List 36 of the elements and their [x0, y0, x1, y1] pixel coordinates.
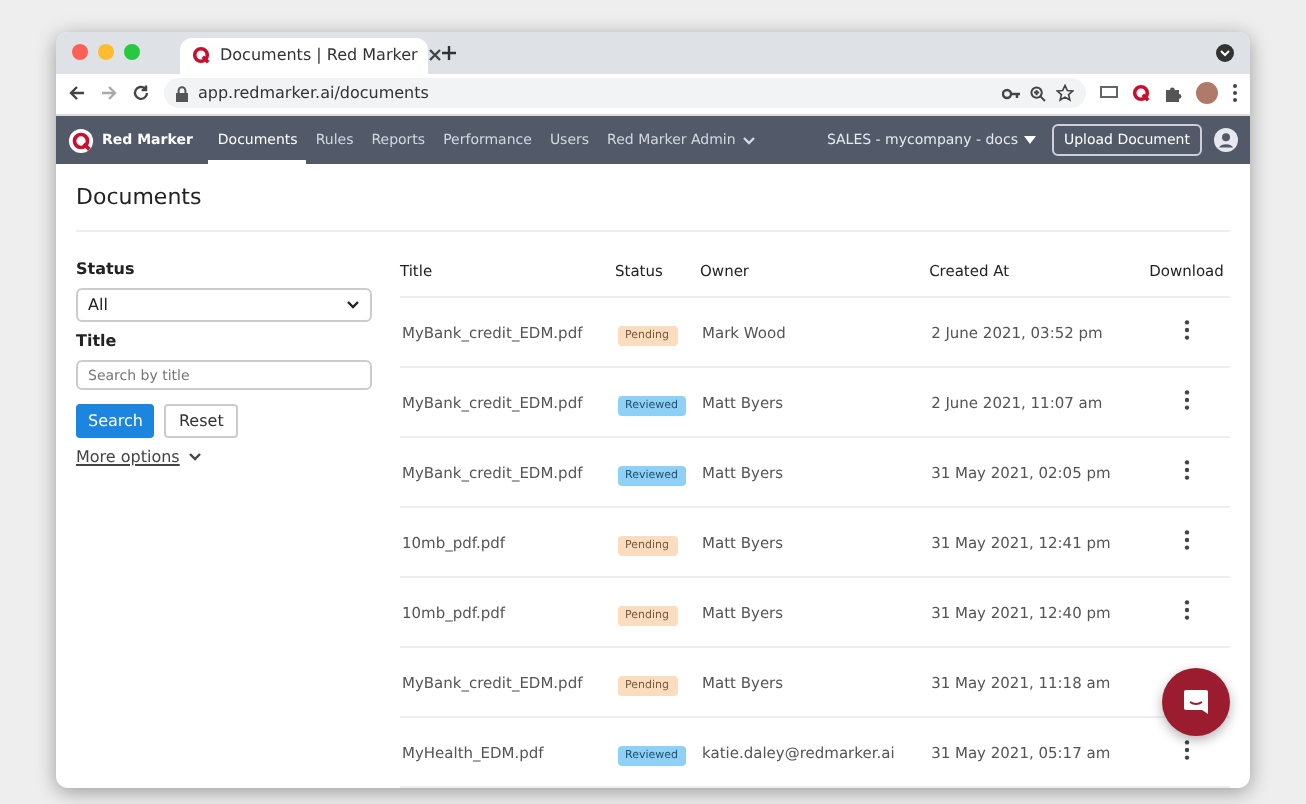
kebab-menu-icon[interactable]: [1183, 600, 1190, 620]
kebab-menu-icon[interactable]: [1183, 320, 1190, 340]
puzzle-icon[interactable]: [1164, 84, 1182, 103]
logo-icon: [192, 46, 210, 65]
chat-icon: [1182, 688, 1210, 716]
key-icon[interactable]: [1002, 87, 1020, 100]
page-title: Documents: [76, 164, 1230, 232]
new-tab-icon[interactable]: [440, 43, 458, 62]
more-icon[interactable]: [1232, 84, 1238, 103]
reset-button[interactable]: Reset: [164, 404, 238, 438]
caret-icon: [1023, 136, 1036, 144]
reload-icon[interactable]: [132, 84, 150, 103]
status-label: Status: [76, 260, 137, 278]
star-icon[interactable]: [1056, 84, 1074, 103]
cast-icon[interactable]: [1100, 86, 1118, 101]
chat-button[interactable]: [1162, 668, 1230, 736]
kebab-menu-icon[interactable]: [1183, 390, 1190, 410]
kebab-menu-icon[interactable]: [1183, 530, 1190, 550]
user-account-icon[interactable]: [1214, 128, 1238, 152]
zoom-icon[interactable]: [1030, 85, 1046, 102]
chevron-icon: [187, 452, 202, 462]
chevron-icon: [346, 300, 360, 310]
address-bar[interactable]: app.redmarker.ai/documents: [164, 78, 1086, 109]
kebab-menu-icon[interactable]: [1183, 740, 1190, 760]
avatar-icon[interactable]: [1196, 82, 1218, 105]
search-button[interactable]: Search: [76, 404, 155, 438]
more-options-link[interactable]: More options: [76, 448, 180, 466]
extension-logo-icon[interactable]: [1132, 84, 1150, 103]
kebab-menu-icon[interactable]: [1183, 460, 1190, 480]
title-label: Title: [76, 332, 119, 350]
back-icon[interactable]: [68, 84, 86, 103]
logo-icon: [68, 127, 94, 153]
status-dropdown[interactable]: All: [76, 288, 372, 322]
tab-menu-icon[interactable]: [1216, 43, 1234, 62]
close-icon[interactable]: [427, 48, 442, 63]
lock-icon: [176, 85, 188, 102]
